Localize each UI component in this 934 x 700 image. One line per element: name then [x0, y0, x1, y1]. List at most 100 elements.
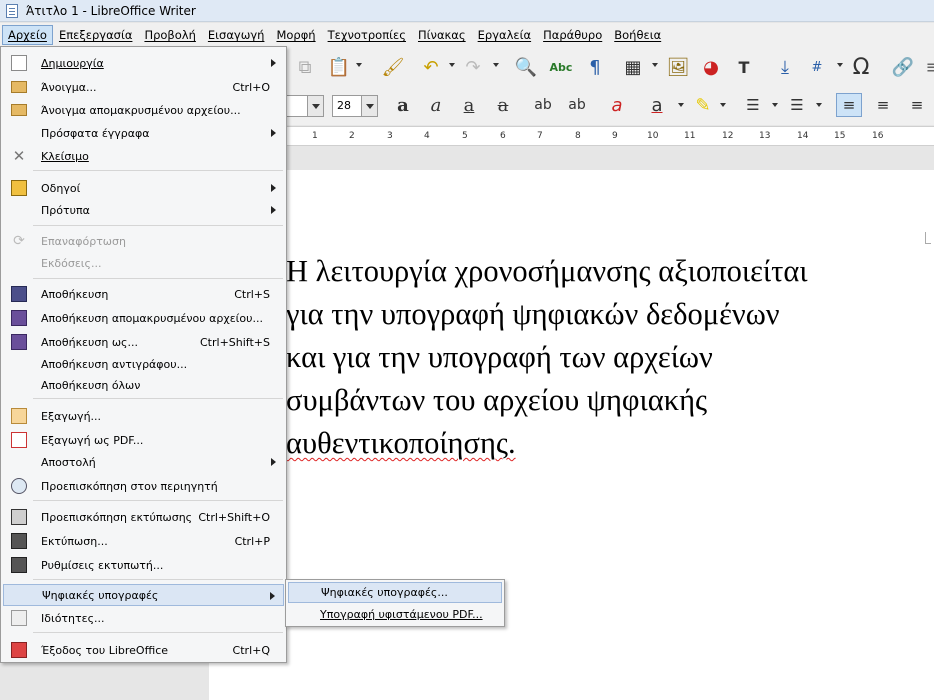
font-color-dropdown-icon[interactable] — [678, 103, 684, 107]
menu-item-send[interactable]: Αποστολή — [3, 451, 284, 473]
ruler-label: 10 — [647, 131, 659, 141]
menu-separator — [33, 579, 283, 580]
submenu-arrow-icon — [271, 59, 276, 67]
menu-help[interactable]: Βοήθεια — [608, 25, 667, 45]
submenu-item-sign-pdf[interactable]: Υπογραφή υφιστάμενου PDF... — [288, 604, 502, 625]
ruler-label: 14 — [797, 131, 809, 141]
redo-dropdown-icon[interactable] — [493, 63, 499, 67]
paste-icon[interactable]: 📋 — [326, 55, 352, 79]
ruler-label: 13 — [759, 131, 771, 141]
highlight-dropdown-icon[interactable] — [720, 103, 726, 107]
ruler-label: 12 — [722, 131, 734, 141]
menu-item-save-copy[interactable]: Αποθήκευση αντιγράφου... — [3, 353, 284, 375]
spelling-icon[interactable]: Abc — [548, 55, 574, 79]
align-right-icon[interactable]: ≡ — [904, 93, 930, 117]
special-character-icon[interactable]: Ω — [848, 55, 874, 80]
menu-item-print-preview[interactable]: Προεπισκόπηση εκτύπωσης Ctrl+Shift+O — [3, 506, 284, 528]
document-text[interactable]: Η λειτουργία χρονοσήμανσης αξιοποιείται … — [286, 250, 934, 465]
italic-icon[interactable]: a — [423, 93, 449, 117]
submenu-arrow-icon — [271, 206, 276, 214]
menu-view[interactable]: Προβολή — [138, 25, 201, 45]
align-left-icon[interactable]: ≡ — [836, 93, 862, 117]
highlight-color-icon[interactable]: ✎ — [690, 93, 716, 117]
menu-item-open-remote[interactable]: Άνοιγμα απομακρυσμένου αρχείου... — [3, 99, 284, 121]
menu-item-save-as[interactable]: Αποθήκευση ως... Ctrl+Shift+S — [3, 331, 284, 353]
strikethrough-icon[interactable]: a — [490, 93, 516, 117]
superscript-icon[interactable]: ab — [530, 93, 556, 117]
text-line: Η λειτουργία χρονοσήμανσης αξιοποιείται — [286, 254, 808, 288]
reload-icon: ⟳ — [13, 233, 25, 249]
bold-icon[interactable]: a — [390, 93, 416, 117]
horizontal-ruler[interactable]: 1 2 3 4 5 6 7 8 9 10 11 12 13 14 15 16 — [286, 126, 934, 146]
menu-table[interactable]: Πίνακας — [412, 25, 472, 45]
undo-dropdown-icon[interactable] — [449, 63, 455, 67]
insert-textbox-icon[interactable]: T — [731, 55, 757, 79]
font-size-box[interactable]: 28 — [332, 95, 378, 117]
redo-icon[interactable]: ↷ — [460, 55, 486, 79]
menu-item-properties[interactable]: Ιδιότητες... — [3, 607, 284, 629]
menu-format[interactable]: Μορφή — [270, 25, 321, 45]
submenu-item-signatures[interactable]: Ψηφιακές υπογραφές... — [288, 582, 502, 603]
clear-formatting-icon[interactable]: a — [604, 93, 630, 117]
undo-icon[interactable]: ↶ — [418, 55, 444, 79]
align-center-icon[interactable]: ≡ — [870, 93, 896, 117]
menu-item-exit[interactable]: Έξοδος του LibreOffice Ctrl+Q — [3, 639, 284, 661]
clone-formatting-icon[interactable]: 🖌 — [380, 55, 406, 79]
insert-page-break-icon[interactable]: ⤓ — [772, 55, 798, 79]
numbered-dropdown-icon[interactable] — [816, 103, 822, 107]
menu-item-recent[interactable]: Πρόσφατα έγγραφα — [3, 122, 284, 144]
menu-item-wizards[interactable]: Οδηγοί — [3, 177, 284, 199]
menu-item-close[interactable]: ✕ Κλείσιμο — [3, 145, 284, 167]
field-dropdown-icon[interactable] — [837, 63, 843, 67]
menu-item-export-pdf[interactable]: Εξαγωγή ως PDF... — [3, 429, 284, 451]
menu-window[interactable]: Παράθυρο — [537, 25, 608, 45]
properties-icon — [11, 610, 27, 626]
menu-item-reload[interactable]: ⟳ Επαναφόρτωση — [3, 230, 284, 252]
pdf-icon — [11, 432, 27, 448]
ruler-label: 5 — [462, 131, 468, 141]
footnote-icon[interactable]: ≡ — [920, 55, 934, 79]
subscript-icon[interactable]: ab — [564, 93, 590, 117]
menu-item-templates[interactable]: Πρότυπα — [3, 199, 284, 221]
menu-item-printer-settings[interactable]: Ρυθμίσεις εκτυπωτή... — [3, 554, 284, 576]
formatting-marks-icon[interactable]: ¶ — [582, 55, 608, 79]
menu-item-new[interactable]: Δημιουργία — [3, 52, 284, 74]
exit-icon — [11, 642, 27, 658]
menu-item-export[interactable]: Εξαγωγή... — [3, 405, 284, 427]
hyperlink-icon[interactable]: 🔗 — [890, 55, 916, 79]
paste-dropdown-icon[interactable] — [356, 63, 362, 67]
font-size-dropdown-icon[interactable] — [361, 96, 377, 116]
open-remote-icon — [11, 104, 27, 116]
menu-item-save-remote[interactable]: Αποθήκευση απομακρυσμένου αρχείου... — [3, 307, 284, 329]
menu-file[interactable]: Αρχείο — [2, 25, 53, 45]
table-dropdown-icon[interactable] — [652, 63, 658, 67]
menu-item-digital-signatures[interactable]: Ψηφιακές υπογραφές — [3, 584, 284, 606]
copy-icon[interactable]: ⧉ — [292, 55, 318, 79]
bullet-dropdown-icon[interactable] — [772, 103, 778, 107]
menu-item-open[interactable]: Άνοιγμα... Ctrl+O — [3, 76, 284, 98]
insert-table-icon[interactable]: ▦ — [620, 55, 646, 79]
font-color-icon[interactable]: a — [644, 93, 670, 117]
font-name-dropdown-icon[interactable] — [307, 96, 323, 116]
ruler-label: 1 — [312, 131, 318, 141]
new-document-icon — [11, 55, 27, 71]
menu-tools[interactable]: Εργαλεία — [472, 25, 537, 45]
bullet-list-icon[interactable]: ☰ — [740, 93, 766, 117]
menu-edit[interactable]: Επεξεργασία — [53, 25, 138, 45]
menu-item-save-all[interactable]: Αποθήκευση όλων — [3, 374, 284, 396]
menu-item-versions[interactable]: Εκδόσεις... — [3, 252, 284, 274]
open-folder-icon — [11, 81, 27, 93]
menu-bar: Αρχείο Επεξεργασία Προβολή Εισαγωγή Μορφ… — [0, 23, 934, 47]
insert-field-icon[interactable]: # — [804, 55, 830, 79]
numbered-list-icon[interactable]: ☰ — [784, 93, 810, 117]
menu-item-save[interactable]: Αποθήκευση Ctrl+S — [3, 283, 284, 305]
insert-chart-icon[interactable]: ◕ — [698, 55, 724, 79]
menu-separator — [33, 278, 283, 279]
menu-insert[interactable]: Εισαγωγή — [202, 25, 271, 45]
find-replace-icon[interactable]: 🔍 — [513, 55, 539, 79]
menu-item-print[interactable]: Εκτύπωση... Ctrl+P — [3, 530, 284, 552]
insert-image-icon[interactable]: 🖼 — [665, 55, 691, 79]
underline-icon[interactable]: a — [456, 93, 482, 117]
menu-styles[interactable]: Τεχνοτροπίες — [322, 25, 412, 45]
menu-item-preview-browser[interactable]: Προεπισκόπηση στον περιηγητή — [3, 475, 284, 497]
